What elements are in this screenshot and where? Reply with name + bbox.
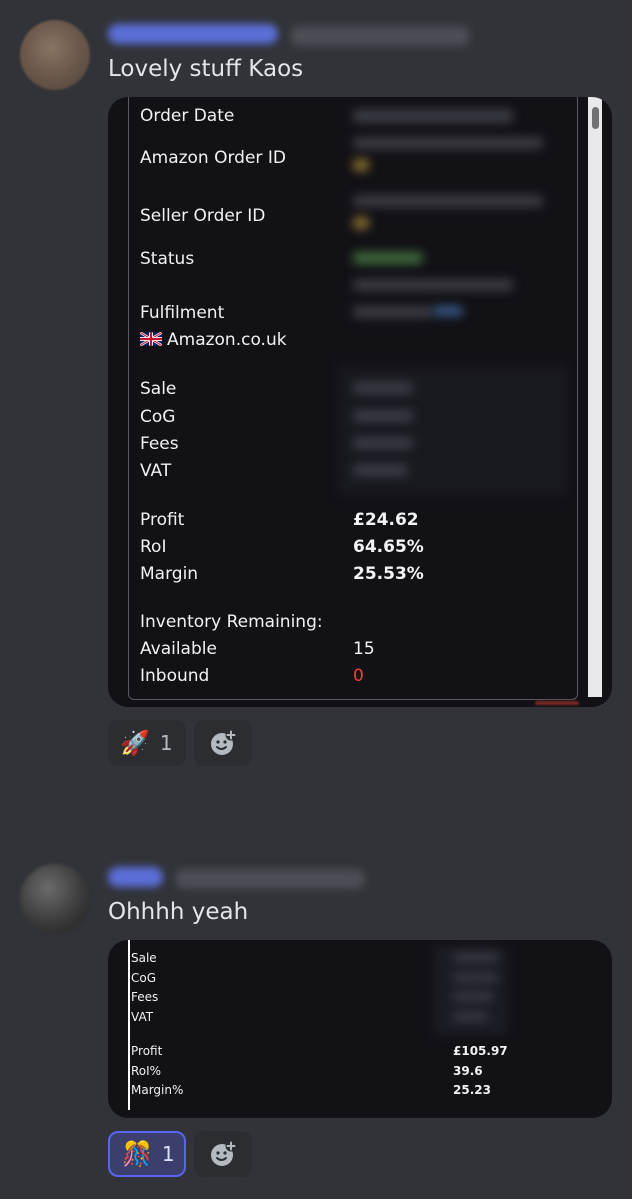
status-label: Status — [140, 249, 195, 269]
copy-icon-redacted — [353, 159, 369, 171]
cog-label: CoG — [131, 971, 157, 985]
message-text: Ohhhh yeah — [108, 899, 249, 925]
copy-icon-redacted — [353, 217, 369, 229]
amazon-order-id-value-redacted — [353, 137, 543, 149]
status-date-redacted — [353, 279, 513, 291]
amazon-order-id-label: Amazon Order ID — [140, 148, 286, 168]
order-date-label: Order Date — [140, 106, 235, 126]
fulfilment-label: Fulfilment — [140, 303, 225, 323]
reaction-count: 1 — [161, 1142, 175, 1166]
margin-value: 25.23 — [453, 1083, 491, 1097]
rocket-icon: 🚀 — [120, 729, 150, 757]
margin-label: Margin — [140, 564, 199, 584]
roi-value: 39.6 — [453, 1064, 483, 1078]
marketplace: Amazon.co.uk — [140, 330, 287, 350]
available-value: 15 — [353, 639, 375, 659]
add-reaction-button[interactable] — [194, 720, 252, 766]
cog-label: CoG — [140, 407, 176, 427]
card-divider — [128, 940, 130, 1110]
add-reaction-icon — [211, 729, 237, 755]
order-date-value-redacted — [353, 109, 513, 123]
timestamp-redacted — [175, 869, 365, 889]
profit-card[interactable]: Sale CoG Fees VAT Profit £105.97 RoI% 39… — [108, 940, 612, 1118]
status-value-redacted — [353, 252, 423, 264]
message-text: Lovely stuff Kaos — [108, 56, 304, 82]
avatar[interactable] — [20, 864, 90, 934]
inbound-value: 0 — [353, 666, 364, 686]
add-reaction-button[interactable] — [194, 1131, 252, 1177]
profit-value: £24.62 — [353, 510, 419, 530]
vat-label: VAT — [131, 1010, 154, 1024]
seller-order-id-label: Seller Order ID — [140, 206, 266, 226]
roi-value: 64.65% — [353, 537, 424, 557]
margin-label: Margin% — [131, 1083, 184, 1097]
sale-value-redacted — [353, 382, 413, 394]
fulfilment-link-redacted — [433, 306, 463, 316]
fees-label: Fees — [131, 990, 159, 1004]
confetti-ball-icon: 🎊 — [122, 1140, 152, 1168]
margin-value: 25.53% — [353, 564, 424, 584]
fees-value-redacted — [453, 992, 493, 1001]
available-label: Available — [140, 639, 217, 659]
profit-label: Profit — [140, 510, 185, 530]
sale-value-redacted — [453, 953, 498, 962]
order-card[interactable]: Order Date Amazon Order ID Seller Order … — [108, 97, 612, 707]
cog-value-redacted — [353, 410, 413, 422]
cog-value-redacted — [453, 973, 498, 982]
fees-value-redacted — [353, 437, 413, 449]
vat-label: VAT — [140, 461, 172, 481]
reaction-count: 1 — [159, 731, 173, 755]
sale-label: Sale — [131, 951, 157, 965]
marketplace-label: Amazon.co.uk — [167, 330, 287, 350]
inbound-label: Inbound — [140, 666, 210, 686]
vat-value-redacted — [453, 1012, 488, 1021]
inventory-remaining-label: Inventory Remaining: — [140, 612, 323, 632]
profit-label: Profit — [131, 1044, 163, 1058]
scrollbar[interactable] — [588, 97, 602, 697]
profit-value: £105.97 — [453, 1044, 508, 1058]
timestamp-redacted — [290, 26, 470, 46]
roi-label: RoI% — [131, 1064, 162, 1078]
fees-label: Fees — [140, 434, 179, 454]
username-redacted[interactable] — [108, 24, 278, 44]
vat-value-redacted — [353, 464, 408, 476]
scrollbar-thumb[interactable] — [592, 107, 599, 129]
add-reaction-icon — [211, 1140, 237, 1166]
uk-flag-icon — [140, 332, 162, 346]
username-redacted[interactable] — [108, 867, 163, 887]
avatar[interactable] — [20, 20, 90, 90]
reaction-rocket[interactable]: 🚀 1 — [108, 720, 186, 766]
roi-label: RoI — [140, 537, 167, 557]
reaction-confetti[interactable]: 🎊 1 — [108, 1131, 186, 1177]
seller-order-id-value-redacted — [353, 195, 543, 207]
sale-label: Sale — [140, 379, 177, 399]
fulfilment-value-redacted — [353, 306, 433, 318]
red-edge-redacted — [535, 701, 579, 705]
